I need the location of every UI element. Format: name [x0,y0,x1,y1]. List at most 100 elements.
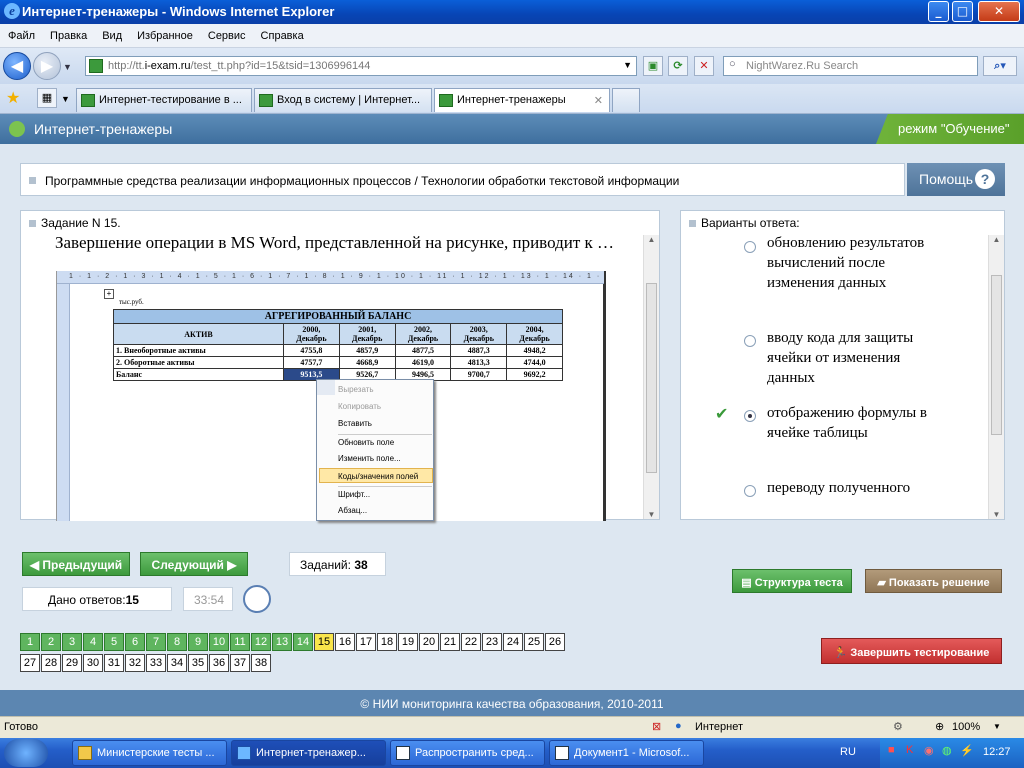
question-number-35[interactable]: 35 [188,654,208,672]
question-number-17[interactable]: 17 [356,633,376,651]
question-number-8[interactable]: 8 [167,633,187,651]
compatibility-icon[interactable]: ▣ [643,56,663,76]
ctx-toggle-field-codes[interactable]: Коды/значения полей [319,468,433,483]
tray-app-icon[interactable]: ■ [888,744,895,756]
question-number-29[interactable]: 29 [62,654,82,672]
close-window-button[interactable]: ✕ [978,1,1020,22]
question-number-13[interactable]: 13 [272,633,292,651]
answers-scrollbar[interactable]: ▲ ▼ [988,235,1004,519]
menu-view[interactable]: Вид [94,24,129,42]
maximize-button[interactable]: □ [952,1,973,22]
answer-text-4[interactable]: переводу полученного [767,478,927,498]
answer-radio-2[interactable] [744,335,756,347]
popup-blocked-icon[interactable]: ⊠ [652,720,661,733]
scroll-down-icon[interactable]: ▼ [989,510,1004,519]
answer-text-3[interactable]: отображению формулы в ячейке таблицы [767,403,927,443]
refresh-icon[interactable]: ⟳ [668,56,688,76]
question-number-1[interactable]: 1 [20,633,40,651]
question-number-12[interactable]: 12 [251,633,271,651]
question-number-30[interactable]: 30 [83,654,103,672]
search-button[interactable]: ⌕▾ [983,56,1017,76]
question-number-37[interactable]: 37 [230,654,250,672]
menu-edit[interactable]: Правка [42,24,94,42]
question-number-24[interactable]: 24 [503,633,523,651]
menu-tools[interactable]: Сервис [200,24,253,42]
question-number-7[interactable]: 7 [146,633,166,651]
tab-internet-testing[interactable]: Интернет-тестирование в ... [76,88,252,112]
scroll-up-icon[interactable]: ▲ [644,235,659,244]
language-indicator[interactable]: RU [840,746,856,758]
question-number-15[interactable]: 15 [314,633,334,651]
question-number-18[interactable]: 18 [377,633,397,651]
ctx-update-field[interactable]: Обновить поле [338,434,432,449]
search-input[interactable]: ○ NightWarez.Ru Search [723,56,978,76]
scroll-thumb[interactable] [991,275,1002,435]
tab-login[interactable]: Вход в систему | Интернет... [254,88,432,112]
ctx-paragraph[interactable]: Абзац... [338,503,432,518]
scroll-down-icon[interactable]: ▼ [644,510,659,519]
question-number-21[interactable]: 21 [440,633,460,651]
quick-tabs-icon[interactable]: ▦ [37,88,57,108]
question-number-27[interactable]: 27 [20,654,40,672]
tab-list-dropdown-icon[interactable]: ▼ [61,94,70,104]
taskbar-item-word2[interactable]: Документ1 - Microsof... [549,740,704,766]
question-number-16[interactable]: 16 [335,633,355,651]
question-number-10[interactable]: 10 [209,633,229,651]
address-bar[interactable]: http://tt.i-exam.ru/test_tt.php?id=15&ts… [85,56,637,76]
menu-file[interactable]: Файл [0,24,42,42]
structure-button[interactable]: ▤ Структура теста [732,569,852,593]
question-number-25[interactable]: 25 [524,633,544,651]
tray-update-icon[interactable]: ◍ [942,744,952,757]
taskbar-item-word1[interactable]: Распространить сред... [390,740,545,766]
question-number-3[interactable]: 3 [62,633,82,651]
question-number-4[interactable]: 4 [83,633,103,651]
stop-icon[interactable]: ✕ [694,56,714,76]
minimize-button[interactable]: _ [928,1,949,22]
question-number-31[interactable]: 31 [104,654,124,672]
address-dropdown-icon[interactable]: ▼ [623,60,632,70]
menu-favorites[interactable]: Избранное [129,24,200,42]
answer-radio-4[interactable] [744,485,756,497]
question-number-11[interactable]: 11 [230,633,250,651]
zoom-icon[interactable]: ⊕ [935,720,944,733]
antivirus-icon[interactable]: K [906,744,913,756]
question-number-38[interactable]: 38 [251,654,271,672]
history-dropdown-icon[interactable]: ▼ [63,62,72,72]
question-number-6[interactable]: 6 [125,633,145,651]
ctx-paste[interactable]: Вставить [338,416,432,431]
show-solution-button[interactable]: ▰ Показать решение [865,569,1002,593]
protected-mode-icon[interactable]: ⚙ [893,720,903,733]
start-button[interactable] [4,739,48,767]
ctx-font[interactable]: Шрифт... [338,486,432,501]
tray-shield-icon[interactable]: ◉ [924,744,934,757]
taskbar-item-tests[interactable]: Министерские тесты ... [72,740,227,766]
question-number-22[interactable]: 22 [461,633,481,651]
question-number-9[interactable]: 9 [188,633,208,651]
prev-button[interactable]: ◀ Предыдущий [22,552,130,576]
tab-close-icon[interactable]: ✕ [594,94,603,107]
tab-trainers[interactable]: Интернет-тренажеры ✕ [434,88,610,112]
tray-network-icon[interactable]: ⚡ [960,744,974,757]
forward-button[interactable]: ▶ [33,52,61,80]
question-number-23[interactable]: 23 [482,633,502,651]
back-button[interactable]: ◀ [3,52,31,80]
question-number-34[interactable]: 34 [167,654,187,672]
question-number-14[interactable]: 14 [293,633,313,651]
zoom-level[interactable]: 100% [952,721,980,733]
answer-radio-3[interactable] [744,410,756,422]
zoom-dropdown-icon[interactable]: ▼ [993,722,1001,731]
question-number-33[interactable]: 33 [146,654,166,672]
menu-help[interactable]: Справка [253,24,311,42]
help-button[interactable]: Помощь ? [907,163,1005,196]
question-number-19[interactable]: 19 [398,633,418,651]
answer-radio-1[interactable] [744,241,756,253]
ctx-copy[interactable]: Копировать [338,399,432,414]
question-number-28[interactable]: 28 [41,654,61,672]
question-number-26[interactable]: 26 [545,633,565,651]
taskbar-item-ie[interactable]: Интернет-тренажер... [231,740,386,766]
question-scrollbar[interactable]: ▲ ▼ [643,235,659,519]
question-number-2[interactable]: 2 [41,633,61,651]
answer-text-1[interactable]: обновлению результатов вычислений после … [767,233,927,293]
new-tab-button[interactable] [612,88,640,112]
question-number-32[interactable]: 32 [125,654,145,672]
